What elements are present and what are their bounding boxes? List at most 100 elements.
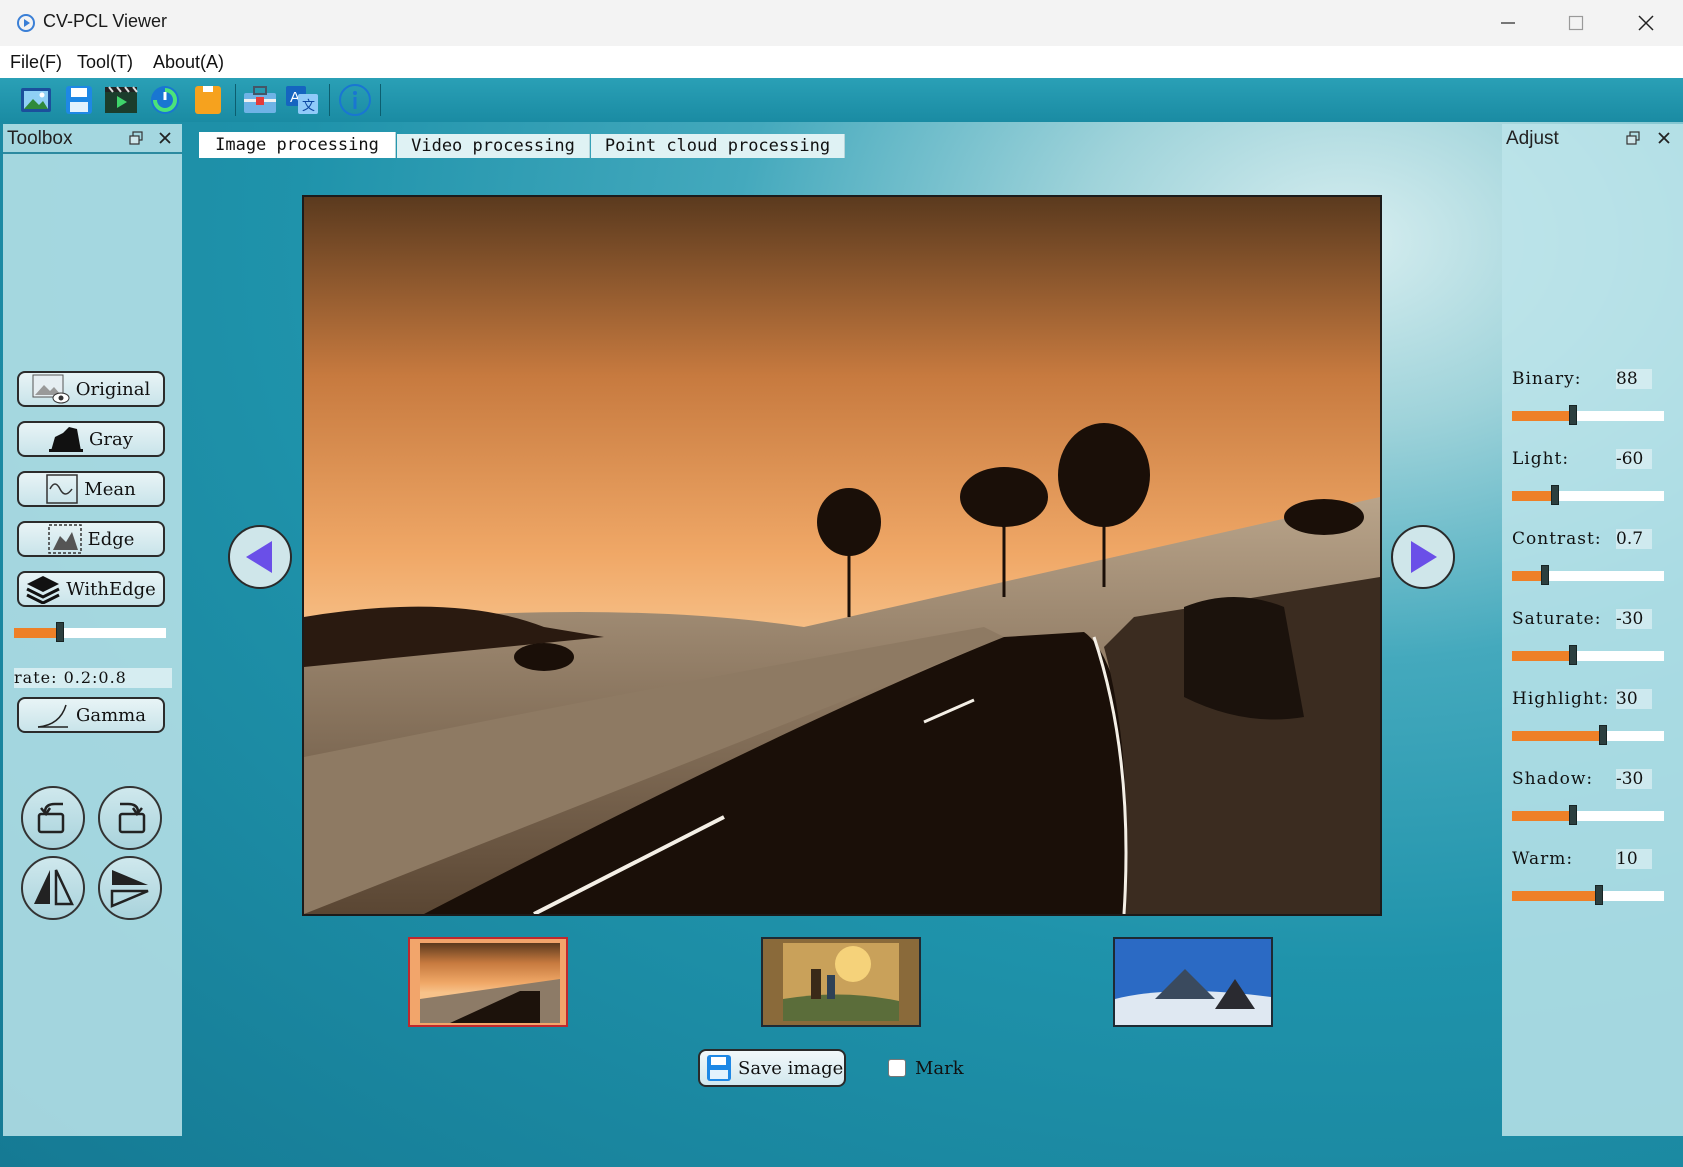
close-icon <box>1638 15 1654 31</box>
close-panel-icon[interactable] <box>158 131 172 145</box>
info-icon[interactable] <box>338 83 372 117</box>
adjust-slider[interactable] <box>1512 885 1664 905</box>
adjust-label: Shadow: <box>1512 769 1594 789</box>
float-panel-icon[interactable] <box>129 131 143 145</box>
save-image-button[interactable]: Save image <box>698 1049 846 1087</box>
slider-fill <box>1512 891 1599 901</box>
adjust-slider[interactable] <box>1512 805 1664 825</box>
slider-fill <box>14 628 60 638</box>
save-image-label: Save image <box>738 1057 844 1079</box>
mark-label: Mark <box>915 1058 964 1079</box>
original-label: Original <box>75 378 151 400</box>
previous-image-button[interactable] <box>228 525 292 589</box>
maximize-icon <box>1568 15 1584 31</box>
flip-horizontal-icon <box>34 869 74 906</box>
main-image-view <box>302 195 1382 916</box>
rotate-right-button[interactable] <box>98 786 162 850</box>
mark-checkbox[interactable] <box>888 1059 906 1077</box>
arrow-left-icon <box>246 541 272 573</box>
slider-fill <box>1512 811 1573 821</box>
svg-text:文: 文 <box>302 98 315 113</box>
slider-thumb[interactable] <box>1568 405 1577 425</box>
rate-slider[interactable] <box>14 622 166 642</box>
float-panel-icon[interactable] <box>1626 131 1640 145</box>
adjust-label: Warm: <box>1512 849 1574 869</box>
toolbox-title: Toolbox <box>7 128 73 149</box>
adjust-value: 10 <box>1616 849 1652 869</box>
maximize-button[interactable] <box>1543 0 1609 46</box>
adjust-value: -30 <box>1616 609 1652 629</box>
slider-fill <box>1512 491 1555 501</box>
slider-fill <box>1512 571 1546 581</box>
adjust-value: 0.7 <box>1616 529 1652 549</box>
adjust-slider[interactable] <box>1512 725 1664 745</box>
slider-thumb[interactable] <box>1541 565 1550 585</box>
slider-thumb[interactable] <box>1550 485 1559 505</box>
gamma-button[interactable]: Gamma <box>17 697 165 733</box>
slider-fill <box>1512 411 1573 421</box>
image-view-icon <box>32 374 70 404</box>
next-image-button[interactable] <box>1391 525 1455 589</box>
gray-label: Gray <box>89 428 133 450</box>
edge-label: Edge <box>87 528 135 550</box>
adjust-label: Contrast: <box>1512 529 1602 549</box>
toolbox-icon[interactable] <box>243 83 277 117</box>
gray-mountain-icon <box>49 427 84 452</box>
flip-horizontal-button[interactable] <box>21 856 85 920</box>
adjust-slider[interactable] <box>1512 405 1664 425</box>
close-panel-icon[interactable] <box>1657 131 1671 145</box>
slider-fill <box>1512 651 1573 661</box>
thumbnail-3[interactable] <box>1113 937 1273 1027</box>
app-icon <box>17 14 35 32</box>
minimize-button[interactable] <box>1475 0 1541 46</box>
menu-file[interactable]: File(F) <box>10 52 62 73</box>
arrow-right-icon <box>1411 541 1437 573</box>
refresh-icon[interactable] <box>148 83 182 117</box>
rate-label: rate: 0.2:0.8 <box>14 668 172 688</box>
original-button[interactable]: Original <box>17 371 165 407</box>
open-image-icon[interactable] <box>19 83 53 117</box>
thumbnail-1-selected[interactable] <box>408 937 568 1027</box>
menu-about[interactable]: About(A) <box>153 52 224 73</box>
adjust-label: Saturate: <box>1512 609 1602 629</box>
tab-image-processing[interactable]: Image processing <box>199 132 396 158</box>
adjust-slider[interactable] <box>1512 485 1664 505</box>
tab-video-processing[interactable]: Video processing <box>397 134 590 158</box>
window-title: CV-PCL Viewer <box>43 11 168 31</box>
tab-point-cloud-processing[interactable]: Point cloud processing <box>591 134 845 158</box>
adjust-value: 30 <box>1616 689 1652 709</box>
adjust-slider[interactable] <box>1512 645 1664 665</box>
mean-label: Mean <box>84 478 136 500</box>
adjust-label: Binary: <box>1512 369 1582 389</box>
adjust-value: -30 <box>1616 769 1652 789</box>
panel-divider <box>3 152 182 154</box>
gamma-label: Gamma <box>76 704 146 726</box>
close-window-button[interactable] <box>1613 0 1679 46</box>
menu-tool[interactable]: Tool(T) <box>77 52 133 73</box>
rotate-left-button[interactable] <box>21 786 85 850</box>
translate-icon[interactable]: A文 <box>285 83 319 117</box>
flip-vertical-icon <box>110 870 149 908</box>
withedge-button[interactable]: WithEdge <box>17 571 165 607</box>
edge-detect-icon <box>47 524 82 554</box>
edge-button[interactable]: Edge <box>17 521 165 557</box>
save-icon[interactable] <box>62 83 96 117</box>
slider-fill <box>1512 731 1604 741</box>
slider-thumb[interactable] <box>1568 805 1577 825</box>
document-icon[interactable] <box>191 83 225 117</box>
adjust-slider[interactable] <box>1512 565 1664 585</box>
slider-thumb[interactable] <box>1599 725 1608 745</box>
gray-button[interactable]: Gray <box>17 421 165 457</box>
minimize-icon <box>1501 22 1515 24</box>
toolbar-separator <box>329 84 330 116</box>
slider-thumb[interactable] <box>1568 645 1577 665</box>
slider-thumb[interactable] <box>1594 885 1603 905</box>
slider-thumb[interactable] <box>55 622 64 642</box>
adjust-value: -60 <box>1616 449 1652 469</box>
flip-vertical-button[interactable] <box>98 856 162 920</box>
video-icon[interactable] <box>104 83 138 117</box>
mean-button[interactable]: Mean <box>17 471 165 507</box>
toolbox-panel: Toolbox Original Gray Mean Edge WithEdge… <box>3 124 182 1136</box>
thumbnail-road-image <box>410 939 566 1025</box>
thumbnail-2[interactable] <box>761 937 921 1027</box>
